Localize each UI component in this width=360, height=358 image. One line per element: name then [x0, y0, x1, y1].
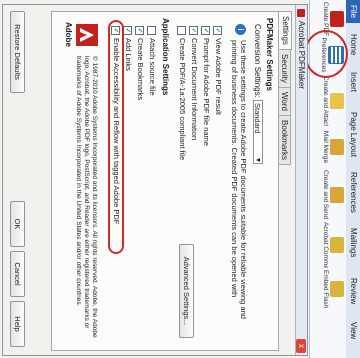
annotation-circle	[304, 30, 348, 78]
option-label: Attach source file	[148, 38, 157, 96]
tab-word[interactable]: Word	[278, 87, 291, 116]
create-bookmarks-checkbox[interactable]: ✓	[135, 26, 144, 35]
tab-settings[interactable]: Settings	[278, 11, 292, 50]
tab-insert[interactable]: Insert	[349, 72, 358, 92]
email-attach-icon	[330, 93, 344, 109]
conversion-settings-label: Conversion Settings:	[253, 24, 262, 98]
comments-icon	[330, 237, 344, 253]
tab-security[interactable]: Security	[278, 49, 291, 88]
ok-button[interactable]: OK	[10, 201, 25, 247]
send-review-icon	[330, 187, 344, 203]
cancel-button[interactable]: Cancel	[10, 251, 25, 297]
option-label: Create PDF/A-1a:2005 compliant file	[178, 38, 187, 161]
dialog-title: Acrobat PDFMaker	[297, 21, 306, 90]
annotation-oval	[108, 20, 124, 254]
close-button[interactable]: x	[296, 339, 306, 353]
tab-home[interactable]: Home	[349, 34, 358, 55]
embed-flash-button[interactable]: Embed Flash	[312, 270, 344, 308]
tab-file[interactable]: File	[346, 0, 360, 23]
tab-page-layout[interactable]: Page Layout	[349, 112, 358, 157]
dialog-titlebar: Acrobat PDFMaker x	[295, 5, 307, 355]
attach-source-checkbox[interactable]	[147, 26, 156, 35]
acrobat-icon	[297, 9, 305, 17]
option-label: View Adobe PDF result	[214, 38, 223, 115]
acrobat-comments-button[interactable]: Acrobat Comments	[312, 222, 344, 268]
tab-bookmarks[interactable]: Bookmarks	[278, 115, 291, 166]
tab-review[interactable]: Review	[349, 278, 358, 304]
copyright-text: © 1987-2010 Adobe Systems Incorporated a…	[75, 56, 98, 338]
mail-merge-button[interactable]: Mail Merge	[312, 128, 344, 166]
settings-panel: PDFMaker Settings Conversion Settings: S…	[51, 11, 279, 351]
pdfmaker-settings-heading: PDFMaker Settings	[265, 18, 274, 91]
option-label: Prompt for Adobe PDF file name	[202, 38, 211, 146]
conversion-settings-select[interactable]: Standard	[253, 100, 263, 164]
word-window: File Home Insert Page Layout References …	[0, 0, 360, 358]
create-attach-email-button[interactable]: Create and Attach to Email	[312, 76, 344, 126]
convert-doc-info-checkbox[interactable]: ✓	[189, 26, 198, 35]
option-label: Create Bookmarks	[136, 38, 145, 101]
tab-references[interactable]: References	[349, 172, 358, 213]
option-label: Add Links	[124, 38, 133, 71]
help-button[interactable]: Help	[10, 301, 25, 347]
pdf-icon	[330, 11, 344, 27]
prompt-filename-checkbox[interactable]: ✓	[201, 26, 210, 35]
info-icon: i	[235, 24, 246, 35]
add-links-checkbox[interactable]: ✓	[123, 26, 132, 35]
pdfmaker-dialog: Acrobat PDFMaker x Settings Security Wor…	[2, 4, 308, 356]
application-settings-heading: Application Settings	[161, 18, 170, 96]
pdfa-checkbox[interactable]	[177, 26, 186, 35]
adobe-wordmark: Adobe	[64, 22, 73, 47]
tab-mailings[interactable]: Mailings	[349, 228, 358, 257]
view-pdf-checkbox[interactable]: ✓	[213, 26, 222, 35]
mail-merge-icon	[330, 139, 344, 155]
settings-description: Use these settings to create Adobe PDF d…	[230, 40, 248, 319]
advanced-settings-button[interactable]: Advanced Settings...	[179, 244, 194, 338]
flash-icon	[330, 281, 344, 297]
tab-view[interactable]: View	[349, 322, 358, 339]
restore-defaults-button[interactable]: Restore Defaults	[10, 11, 25, 93]
send-review-button[interactable]: Create and Send For Review	[312, 170, 344, 220]
adobe-logo-icon	[76, 24, 98, 46]
option-label: Convert Document Information	[190, 38, 199, 141]
